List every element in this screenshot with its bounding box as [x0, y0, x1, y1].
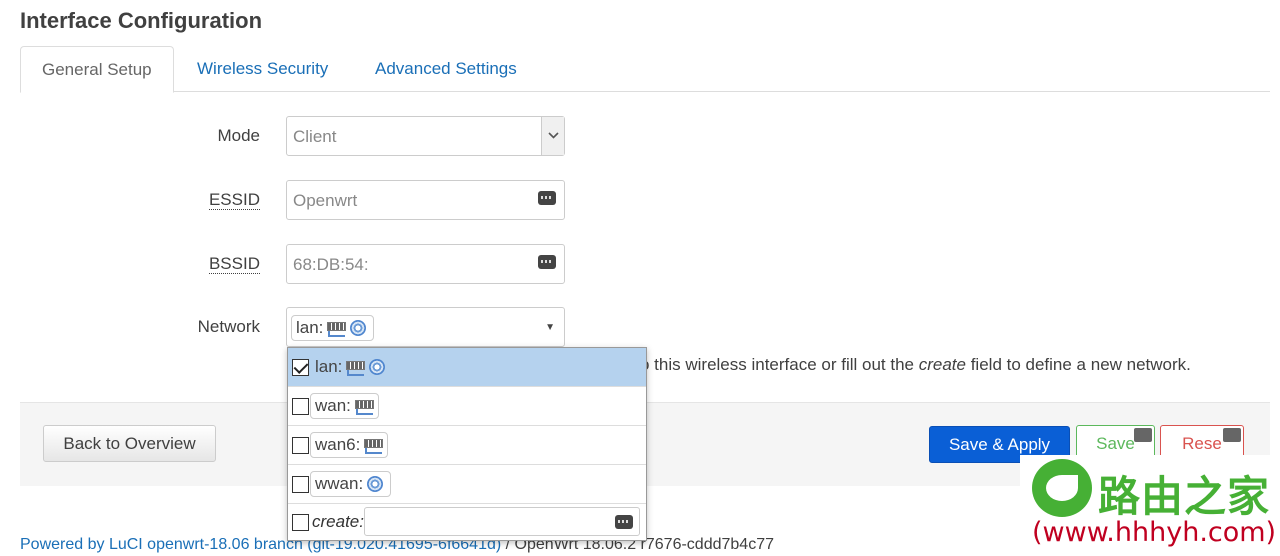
save-label: Save [1096, 434, 1135, 453]
create-label: create: [312, 512, 364, 531]
watermark-text: 路由之家 [1098, 472, 1271, 521]
dropdown-item-label: wan6: [315, 435, 361, 454]
checkbox-icon[interactable] [292, 437, 309, 454]
bssid-field[interactable]: 68:DB:54: [286, 244, 565, 284]
caret-down-icon[interactable]: ▼ [545, 322, 555, 333]
tab-wireless-security[interactable]: Wireless Security [176, 46, 349, 93]
dropdown-item-create[interactable]: create: [288, 504, 646, 543]
dropdown-item-label: wwan: [315, 474, 364, 493]
keyboard-icon[interactable] [615, 515, 633, 529]
wifi-icon [368, 358, 388, 376]
keyboard-icon [1134, 428, 1152, 442]
dropdown-item-pill: lan: [310, 354, 394, 380]
network-help-text: o this wireless interface or fill out th… [640, 355, 1191, 375]
page-title: Interface Configuration [20, 8, 263, 33]
network-dropdown: lan: wan: wan6: wwan: create: [287, 347, 647, 541]
ethernet-icon [326, 319, 347, 337]
dropdown-item-pill: wwan: [310, 471, 392, 497]
help-suffix: field to define a new network. [965, 355, 1191, 374]
router-logo-icon [1032, 459, 1092, 517]
checkbox-checked-icon[interactable] [292, 359, 309, 376]
checkbox-icon[interactable] [292, 398, 309, 415]
tab-advanced-settings[interactable]: Advanced Settings [354, 46, 538, 93]
network-selected-pill: lan: [291, 315, 375, 341]
checkbox-icon[interactable] [292, 476, 309, 493]
checkbox-icon[interactable] [292, 514, 309, 531]
reset-label: Rese [1182, 434, 1222, 453]
mode-label: Mode [217, 126, 260, 145]
tab-bar: General Setup Wireless Security Advanced… [20, 46, 1270, 93]
essid-label-text: ESSID [208, 190, 260, 210]
bssid-label: BSSID [20, 254, 260, 274]
watermark: 路由之家 (www.hhhyh.com) [1020, 455, 1280, 556]
essid-value: Openwrt [293, 191, 358, 210]
watermark-url: (www.hhhyh.com) [1032, 517, 1277, 548]
mode-value: Client [293, 127, 337, 146]
tab-general-setup[interactable]: General Setup [20, 46, 174, 93]
back-to-overview-button[interactable]: Back to Overview [43, 425, 216, 462]
dropdown-item-label: lan: [315, 357, 343, 376]
ethernet-icon [354, 397, 374, 415]
dropdown-item-wan[interactable]: wan: [288, 387, 646, 426]
ethernet-icon [345, 358, 366, 376]
keyboard-icon[interactable] [538, 255, 556, 269]
ethernet-icon [363, 436, 384, 454]
mode-select[interactable]: Client [286, 116, 565, 156]
dropdown-item-lan[interactable]: lan: [288, 348, 646, 387]
essid-label: ESSID [20, 190, 260, 210]
essid-field[interactable]: Openwrt [286, 180, 565, 220]
dropdown-item-pill: wan: [310, 393, 379, 419]
keyboard-icon[interactable] [538, 191, 556, 205]
help-em: create [918, 355, 966, 374]
chevron-down-icon[interactable] [541, 117, 564, 155]
bssid-label-text: BSSID [208, 254, 260, 274]
wifi-icon [349, 319, 369, 337]
dropdown-item-pill: wan6: [310, 432, 389, 458]
bssid-value: 68:DB:54: [293, 255, 369, 274]
dropdown-item-wan6[interactable]: wan6: [288, 426, 646, 465]
dropdown-item-wwan[interactable]: wwan: [288, 465, 646, 504]
network-selected-label: lan: [296, 318, 324, 337]
wifi-icon [366, 475, 386, 493]
network-label: Network [197, 317, 260, 336]
network-select[interactable]: lan: ▼ [286, 307, 565, 347]
help-prefix: o this wireless interface or fill out th… [640, 355, 919, 374]
keyboard-icon [1223, 428, 1241, 442]
dropdown-item-label: wan: [315, 396, 351, 415]
create-network-input[interactable] [364, 507, 640, 536]
